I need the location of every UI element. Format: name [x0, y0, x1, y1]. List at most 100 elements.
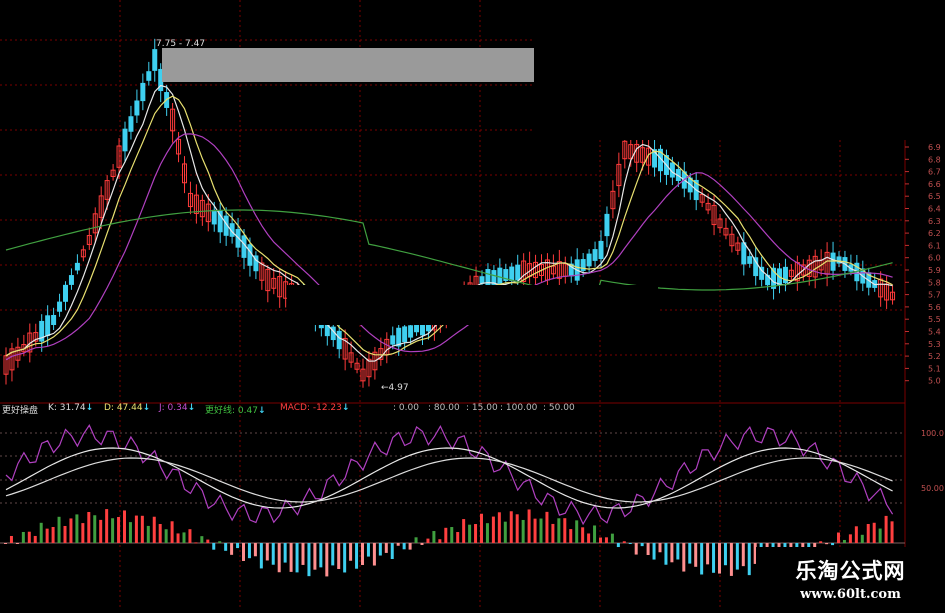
macd-bar	[123, 510, 126, 543]
candle-body	[128, 116, 134, 132]
macd-bar	[337, 543, 341, 569]
watermark: 乐淘公式网 www.60lt.com	[756, 547, 945, 609]
macd-bar	[194, 542, 198, 544]
macd-bar	[289, 543, 293, 572]
macd-bar	[712, 543, 716, 573]
macd-bar	[450, 527, 454, 543]
macd-bar	[45, 528, 49, 543]
macd-bar	[134, 515, 138, 543]
high-price-label: 7.75 - 7.47	[156, 39, 205, 49]
macd-bar	[164, 529, 168, 543]
macd-bar	[545, 511, 549, 543]
macd-bar	[170, 521, 174, 543]
candle-body	[515, 264, 521, 281]
macd-bar	[497, 512, 501, 543]
level-1: : 80.00	[428, 403, 460, 413]
stock-chart-window: 7.75 - 7.47 ←4.97 6.9 6.8 6.7 6.6 6.5 6.4 6.3 6…	[0, 0, 945, 609]
candle-body	[592, 249, 598, 261]
macd-bar	[301, 543, 305, 565]
candle-body	[390, 335, 396, 345]
price-tick-label: 5.9	[928, 266, 941, 275]
macd-bar	[848, 534, 852, 543]
macd-bar	[15, 543, 19, 544]
price-tick-label: 5.0	[928, 377, 941, 386]
macd-bar	[688, 543, 692, 564]
macd-bar	[128, 522, 132, 543]
macd-bar	[206, 539, 210, 543]
occlusion-middle	[287, 285, 658, 325]
price-tick-label: 6.0	[928, 254, 941, 263]
macd-bar	[831, 543, 835, 546]
candle-body	[741, 242, 747, 265]
candle-body	[336, 330, 342, 350]
macd-bar	[616, 543, 620, 548]
macd-bar	[444, 527, 448, 543]
macd-bar	[468, 524, 472, 543]
macd-bar	[277, 543, 281, 573]
macd-bar	[349, 543, 353, 561]
candle-body	[140, 82, 146, 102]
macd-bar	[866, 524, 870, 543]
macd-bar	[432, 531, 436, 543]
highlight-box	[162, 48, 534, 82]
macd-bar	[480, 513, 483, 543]
indicator-tick-label: 50.00	[921, 484, 944, 493]
macd-bar	[819, 541, 823, 543]
level-3: : 100.00	[500, 403, 538, 413]
candle-body	[408, 325, 414, 338]
candle-body	[830, 252, 836, 271]
j-value: J: 0.34↓	[159, 403, 196, 413]
candle-body	[604, 213, 610, 237]
macd-bar	[837, 532, 840, 543]
macd-bar	[438, 539, 442, 543]
indicator-axis: 100.0 50.00	[921, 429, 944, 493]
macd-bar	[21, 531, 25, 543]
macd-bar	[634, 543, 638, 555]
macd-bar	[587, 533, 591, 543]
price-tick-label: 6.2	[928, 229, 941, 238]
candle-body	[586, 253, 592, 267]
price-tick-label: 6.3	[928, 217, 941, 226]
macd-bar	[396, 543, 400, 546]
candle-body	[57, 301, 63, 312]
price-tick-label: 5.3	[928, 340, 941, 349]
macd-bar	[378, 543, 382, 556]
candle-body	[402, 326, 408, 343]
price-tick-label: 5.8	[928, 278, 941, 287]
chart-canvas[interactable]: 7.75 - 7.47 ←4.97 6.96.86.76.66.56.46.36…	[0, 0, 945, 609]
better-line-value: 更好线: 0.47↓	[205, 406, 266, 416]
k-value: K: 31.74↓	[48, 403, 94, 413]
macd-bar	[890, 521, 894, 543]
macd-bar	[521, 519, 525, 543]
macd-bar	[372, 543, 376, 566]
macd-bar	[182, 532, 186, 543]
candle-body	[45, 315, 51, 336]
macd-bar	[610, 533, 614, 543]
k-line	[5, 447, 893, 509]
macd-bar	[230, 543, 234, 555]
macd-bar	[361, 543, 364, 566]
price-tick-label: 6.7	[928, 168, 941, 177]
macd-bar	[723, 543, 727, 566]
macd-bar	[158, 524, 162, 543]
macd-bar	[700, 543, 704, 575]
macd-bar	[485, 523, 489, 543]
macd-bar	[491, 516, 495, 543]
macd-bar	[242, 543, 245, 561]
macd-bar	[331, 543, 335, 566]
macd-bar	[39, 522, 43, 543]
macd-bar	[426, 538, 430, 543]
macd-bar	[27, 531, 31, 543]
macd-bar	[218, 541, 222, 543]
macd-bar	[557, 518, 561, 543]
price-tick-label: 6.1	[928, 241, 941, 250]
macd-bar	[884, 515, 888, 543]
watermark-title: 乐淘公式网	[795, 558, 906, 583]
macd-bar	[111, 518, 115, 543]
macd-bar	[117, 517, 121, 543]
macd-bar	[575, 520, 579, 543]
macd-bar	[140, 515, 144, 543]
macd-bar	[539, 518, 543, 543]
macd-bar	[670, 543, 674, 563]
price-axis: 6.9 6.8 6.7 6.6 6.5 6.4 6.3 6.2 6.1 6.0 5.9 5.8 5.7 5…	[905, 143, 941, 386]
